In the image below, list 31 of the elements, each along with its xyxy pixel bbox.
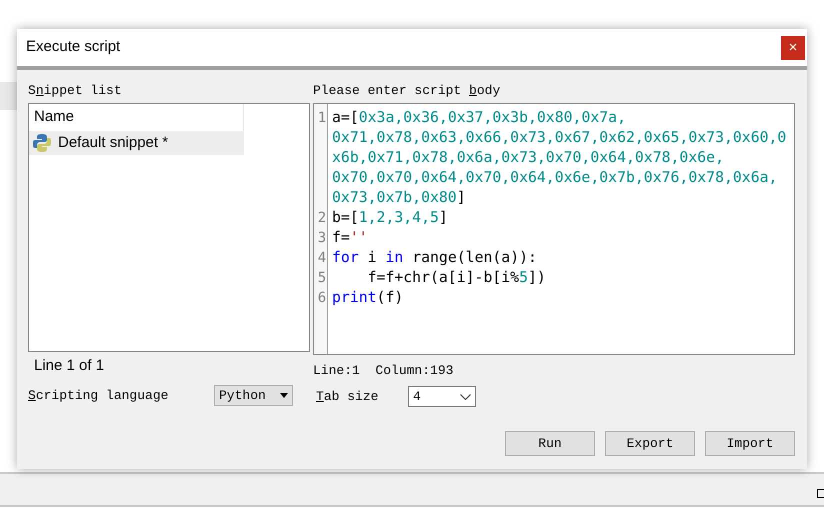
dropdown-arrow-icon: [280, 393, 288, 398]
script-body-label: Please enter script body: [313, 82, 502, 100]
column-label: Name: [33, 107, 74, 128]
code-line: b=[1,2,3,4,5]: [331, 208, 448, 228]
code-line: f='': [331, 228, 368, 248]
line-number: 6: [316, 289, 328, 308]
line-number: 1: [316, 109, 328, 128]
tab-size-dropdown[interactable]: 4: [408, 386, 476, 407]
code-line: for i in range(len(a)):: [331, 248, 537, 268]
dialog-button[interactable]: Run: [505, 431, 595, 456]
scripting-language-label: Scripting language: [28, 386, 170, 405]
snippet-list-label: Snippet list: [28, 82, 123, 100]
cursor-position-label: Line:1 Column:193: [313, 362, 454, 380]
chevron-down-icon: [460, 394, 471, 400]
tab-size-label: Tab size: [316, 388, 380, 406]
code-line: print(f): [331, 288, 404, 308]
code-line: f=f+chr(a[i]-b[i%5]): [366, 268, 546, 288]
line-number: 4: [316, 249, 328, 268]
line-number: 2: [316, 209, 328, 228]
code-editor[interactable]: [313, 103, 795, 355]
python-icon: [32, 133, 52, 153]
window-title: Execute script: [26, 37, 120, 58]
line-count-label: Line 1 of 1: [34, 357, 106, 375]
line-number: 5: [316, 269, 328, 288]
dialog-button[interactable]: Import: [705, 431, 795, 456]
close-button[interactable]: ×: [781, 36, 805, 60]
window-icon: [817, 489, 824, 498]
language-dropdown[interactable]: Python: [214, 385, 293, 406]
line-number: 3: [316, 229, 328, 248]
dialog-button[interactable]: Export: [605, 431, 695, 456]
snippet-item[interactable]: Default snippet *: [29, 131, 244, 155]
